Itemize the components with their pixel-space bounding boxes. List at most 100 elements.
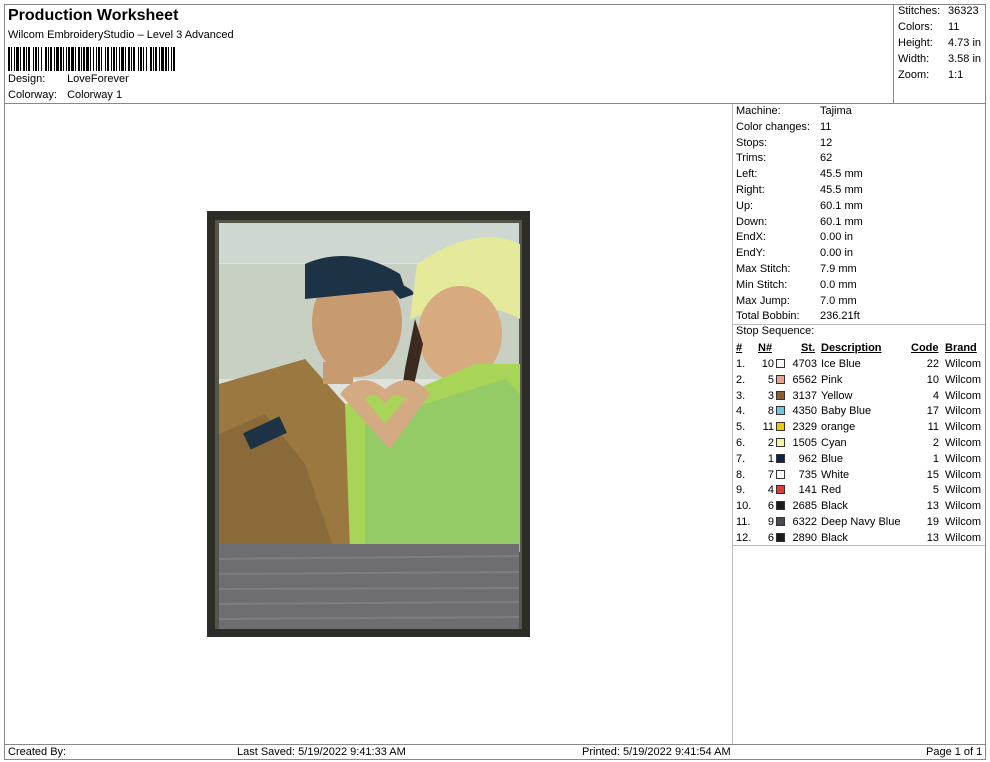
info-label: EndX: (736, 231, 766, 244)
info-label: Up: (736, 199, 754, 212)
row-stitch-color: 4350 (792, 405, 817, 418)
header: Production Worksheet Wilcom EmbroiderySt… (5, 5, 893, 103)
info-value: 62 (820, 152, 833, 165)
stop-sequence-row: 4. 8 4350 Baby Blue 17 Wilcom (733, 404, 985, 420)
stat-value: 4.73 in (948, 37, 982, 49)
info-value: 45.5 mm (820, 168, 863, 181)
info-label: Min Stitch: (736, 278, 788, 291)
row-num: 11. (736, 516, 751, 528)
color-swatch (776, 501, 785, 511)
page-title: Production Worksheet (8, 7, 179, 24)
row-needle: 4 (767, 484, 774, 497)
row-code: 17 (926, 405, 939, 418)
row-needle: 8 (767, 405, 774, 418)
color-swatch (776, 517, 785, 526)
row-code: 13 (926, 500, 939, 513)
info-label: Trims: (736, 152, 767, 165)
info-value: Tajima (820, 105, 852, 117)
stat-label: Height: (898, 37, 933, 49)
colorway-value: Colorway 1 (67, 89, 123, 101)
info-label: EndY: (736, 247, 766, 260)
stop-sequence-row: 11. 9 6322 Deep Navy Blue 19 Wilcom (733, 515, 985, 531)
row-code: 5 (932, 484, 939, 497)
color-swatch (776, 422, 785, 432)
color-swatch (776, 390, 785, 400)
row-code: 22 (926, 358, 939, 370)
printed-date: Printed: 5/19/2022 9:41:54 AM (582, 746, 731, 758)
row-num: 7. (736, 452, 746, 465)
row-brand: Wilcom (945, 389, 982, 402)
stop-sequence-row: 1. 10 4703 Ice Blue 22 Wilcom (733, 357, 985, 373)
stat-value: 11 (948, 21, 960, 33)
stat-height: Height: 4.73 in (898, 37, 981, 49)
info-label: Down: (736, 215, 768, 228)
col-num: # (736, 342, 743, 354)
machine-info-row: Total Bobbin: 236.21ft (733, 309, 985, 325)
col-code: Code (911, 342, 939, 354)
page-number: Page 1 of 1 (926, 746, 983, 758)
row-num: 8. (736, 468, 746, 481)
info-value: 60.1 mm (820, 199, 863, 212)
info-value: 45.5 mm (820, 183, 863, 196)
info-value: 11 (820, 120, 832, 133)
stat-zoom: Zoom: 1:1 (898, 69, 963, 81)
row-stitch-color: 6562 (792, 373, 817, 386)
sequence-divider-bottom (733, 545, 985, 546)
row-code: 4 (932, 389, 939, 402)
row-description: Blue (821, 452, 844, 465)
row-stitch-color: 4703 (792, 358, 817, 370)
stat-label: Zoom: (898, 69, 930, 81)
row-description: Ice Blue (821, 358, 861, 370)
row-description: Deep Navy Blue (821, 516, 901, 528)
info-label: Max Stitch: (736, 262, 791, 275)
stop-sequence-row: 3. 3 3137 Yellow 4 Wilcom (733, 389, 985, 405)
info-label: Machine: (736, 105, 781, 117)
footer-divider (5, 744, 985, 745)
info-value: 0.0 mm (820, 278, 857, 291)
stat-width: Width: 3.58 in (898, 53, 981, 65)
row-stitch-color: 735 (798, 468, 817, 481)
machine-info-row: Stops: 12 (733, 136, 985, 152)
row-stitch-color: 3137 (792, 389, 817, 402)
stop-sequence-row: 10. 6 2685 Black 13 Wilcom (733, 499, 985, 515)
machine-info-row: Max Jump: 7.0 mm (733, 294, 985, 310)
machine-info-row: Right: 45.5 mm (733, 183, 985, 199)
row-stitch-color: 2685 (792, 500, 817, 513)
machine-info-row: Up: 60.1 mm (733, 199, 985, 215)
row-brand: Wilcom (945, 452, 982, 465)
color-swatch (776, 438, 785, 447)
machine-info-row: Color changes: 11 (733, 120, 985, 136)
row-needle: 9 (767, 516, 774, 528)
design-value: LoveForever (67, 73, 129, 85)
row-description: White (821, 468, 850, 481)
design-label: Design: (8, 73, 46, 85)
row-num: 3. (736, 389, 746, 402)
stat-stitches: Stitches: 36323 (898, 5, 979, 17)
color-swatch (776, 453, 785, 463)
stat-value: 3.58 in (948, 53, 982, 65)
row-code: 19 (926, 516, 939, 528)
info-label: Max Jump: (736, 294, 790, 307)
row-description: Red (821, 484, 842, 497)
row-brand: Wilcom (945, 437, 982, 449)
row-needle: 7 (767, 468, 774, 481)
colorway-label: Colorway: (8, 89, 57, 101)
row-stitch-color: 6322 (792, 516, 817, 528)
row-needle: 2 (767, 437, 774, 449)
stat-colors: Colors: 11 (898, 21, 959, 33)
color-swatch (776, 374, 785, 384)
machine-info-row: EndX: 0.00 in (733, 230, 985, 246)
info-value: 12 (820, 136, 833, 149)
row-stitch-color: 962 (798, 452, 817, 465)
info-label: Left: (736, 168, 758, 181)
row-brand: Wilcom (945, 484, 982, 497)
machine-info-row: Trims: 62 (733, 151, 985, 167)
row-code: 2 (932, 437, 939, 449)
design-preview-area (5, 104, 732, 744)
color-swatch (776, 359, 785, 368)
stop-sequence-row: 5. 11 2329 orange 11 Wilcom (733, 420, 985, 436)
col-needle: N# (758, 342, 773, 354)
last-saved: Last Saved: 5/19/2022 9:41:33 AM (237, 746, 406, 758)
row-description: Baby Blue (821, 405, 872, 418)
row-code: 1 (932, 452, 939, 465)
